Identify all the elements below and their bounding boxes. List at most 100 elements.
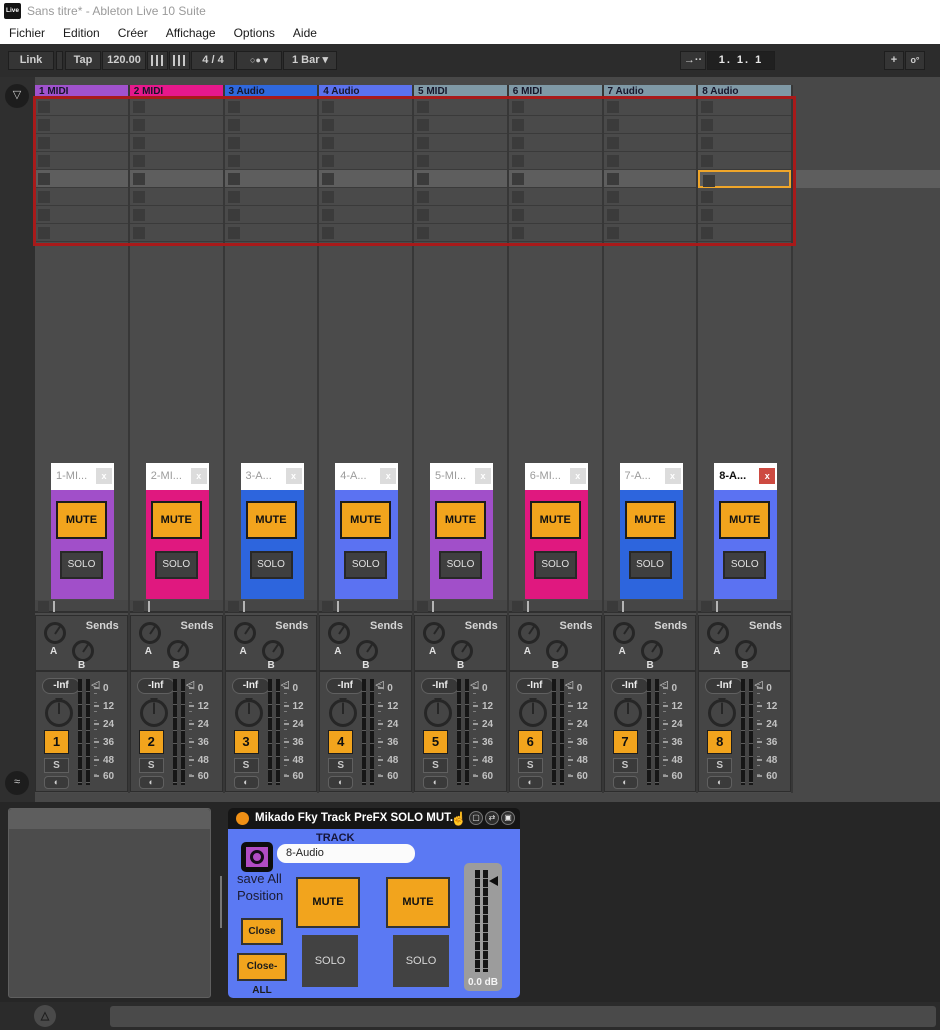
link-button[interactable]: Link: [8, 51, 54, 70]
clip-slot[interactable]: [509, 134, 602, 152]
clip-stop-icon[interactable]: [228, 155, 240, 167]
track-activator-button[interactable]: 5: [423, 730, 448, 754]
clip-slot[interactable]: [414, 170, 507, 188]
solo-short-button[interactable]: S: [139, 758, 164, 773]
menu-item-edition[interactable]: Edition: [54, 22, 109, 44]
track-activator-button[interactable]: 1: [44, 730, 69, 754]
send-a-knob[interactable]: [613, 622, 635, 644]
close-button[interactable]: Close: [241, 918, 283, 945]
track-activator-button[interactable]: 3: [234, 730, 259, 754]
clip-stop-icon[interactable]: [38, 155, 50, 167]
clip-slot[interactable]: [319, 152, 412, 170]
track-panel-name-3[interactable]: 3-A...x: [241, 463, 304, 490]
clip-stop-icon[interactable]: [322, 155, 334, 167]
device-mute-button-1[interactable]: MUTE: [296, 877, 360, 928]
clip-slot[interactable]: [604, 98, 697, 116]
send-a-knob[interactable]: [518, 622, 540, 644]
close-track-panel-button[interactable]: x: [191, 468, 207, 484]
clip-slot[interactable]: [35, 206, 128, 224]
track-panel-name-8[interactable]: 8-A...x: [714, 463, 777, 490]
close-track-panel-button[interactable]: x: [475, 468, 491, 484]
crossfade-icon[interactable]: ≈: [5, 771, 29, 795]
mute-button-track-6[interactable]: MUTE: [530, 501, 581, 539]
device-mute-button-2[interactable]: MUTE: [386, 877, 450, 928]
send-a-knob[interactable]: [423, 622, 445, 644]
panel-split-handle[interactable]: [220, 876, 222, 928]
clip-slot[interactable]: [604, 188, 697, 206]
clip-stop-icon[interactable]: [322, 173, 334, 185]
volume-readout[interactable]: -Inf: [611, 678, 649, 694]
track-panel-name-4[interactable]: 4-A...x: [335, 463, 398, 490]
clip-slot[interactable]: [698, 116, 791, 134]
clip-stop-icon[interactable]: [607, 227, 619, 239]
detail-view-panel[interactable]: [8, 808, 211, 998]
clip-stop-icon[interactable]: [133, 227, 145, 239]
clip-stop-icon[interactable]: [512, 209, 524, 221]
volume-readout[interactable]: -Inf: [516, 678, 554, 694]
device-solo-button-2[interactable]: SOLO: [393, 935, 449, 987]
close-track-panel-button[interactable]: x: [665, 468, 681, 484]
clip-stop-icon[interactable]: [228, 227, 240, 239]
clip-stop-icon[interactable]: [512, 137, 524, 149]
pan-knob[interactable]: [424, 699, 452, 727]
track-panel-name-1[interactable]: 1-MI...x: [51, 463, 114, 490]
add-marker-button[interactable]: +: [884, 51, 904, 70]
send-a-knob[interactable]: [707, 622, 729, 644]
track-header-4[interactable]: 4 Audio: [319, 85, 412, 98]
clip-slot[interactable]: [225, 152, 318, 170]
device-window[interactable]: Mikado Fky Track PreFX SOLO MUT... ☝ ▢ ⇄…: [228, 808, 520, 998]
clip-stop-icon[interactable]: [228, 137, 240, 149]
clip-slot[interactable]: [225, 224, 318, 242]
solo-short-button[interactable]: S: [707, 758, 732, 773]
clip-slot[interactable]: [319, 224, 412, 242]
clip-stop-icon[interactable]: [322, 227, 334, 239]
clip-slot[interactable]: [414, 224, 507, 242]
mute-button-track-8[interactable]: MUTE: [719, 501, 770, 539]
clip-slot[interactable]: [509, 206, 602, 224]
device-solo-button-1[interactable]: SOLO: [302, 935, 358, 987]
clip-slot[interactable]: [604, 152, 697, 170]
clip-stop-icon[interactable]: [607, 601, 618, 612]
clip-stop-icon[interactable]: [322, 601, 333, 612]
volume-readout[interactable]: -Inf: [421, 678, 459, 694]
track-header-6[interactable]: 6 MIDI: [509, 85, 602, 98]
menu-item-créer[interactable]: Créer: [109, 22, 157, 44]
clip-slot[interactable]: [414, 98, 507, 116]
clip-stop-icon[interactable]: [322, 191, 334, 203]
info-view-toggle[interactable]: △: [34, 1005, 56, 1027]
pan-knob[interactable]: [519, 699, 547, 727]
clip-slot[interactable]: [509, 98, 602, 116]
clip-stop-icon[interactable]: [322, 101, 334, 113]
clip-slot[interactable]: [225, 206, 318, 224]
clip-stop-icon[interactable]: [38, 101, 50, 113]
clip-stop-icon[interactable]: [607, 173, 619, 185]
clip-stop-icon[interactable]: [228, 191, 240, 203]
clip-stop-icon[interactable]: [607, 209, 619, 221]
clip-stop-icon[interactable]: [607, 191, 619, 203]
clip-slot[interactable]: [509, 170, 602, 188]
clip-stop-icon[interactable]: [701, 101, 713, 113]
arm-button[interactable]: ◐: [139, 776, 164, 789]
clip-slot[interactable]: [130, 224, 223, 242]
track-activator-button[interactable]: 8: [707, 730, 732, 754]
send-a-knob[interactable]: [328, 622, 350, 644]
clip-slot[interactable]: [319, 98, 412, 116]
clip-stop-icon[interactable]: [38, 601, 49, 612]
volume-readout[interactable]: -Inf: [705, 678, 743, 694]
clip-stop-icon[interactable]: [38, 209, 50, 221]
clip-stop-icon[interactable]: [701, 601, 712, 612]
arm-button[interactable]: ◐: [707, 776, 732, 789]
volume-readout[interactable]: -Inf: [326, 678, 364, 694]
clip-slot[interactable]: [604, 206, 697, 224]
arm-button[interactable]: ◐: [234, 776, 259, 789]
clip-slot[interactable]: [35, 224, 128, 242]
save-icon[interactable]: ▣: [501, 811, 515, 825]
clip-slot[interactable]: [414, 116, 507, 134]
track-header-7[interactable]: 7 Audio: [604, 85, 697, 98]
arm-button[interactable]: ◐: [423, 776, 448, 789]
nudge-up-icon[interactable]: [169, 51, 190, 70]
clip-stop-icon[interactable]: [38, 227, 50, 239]
clip-slot[interactable]: [698, 98, 791, 116]
send-b-knob[interactable]: [356, 640, 378, 662]
clip-slot[interactable]: [698, 188, 791, 206]
